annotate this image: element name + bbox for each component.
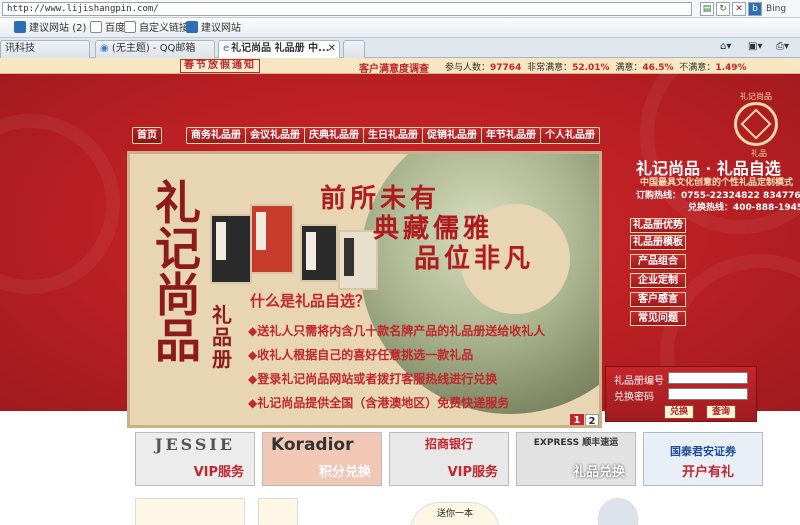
partner-sf-express[interactable]: EXPRESS 顺丰速运 礼品兑换 [516,432,636,486]
holiday-notice-link[interactable]: 春节放假通知 [180,59,260,73]
favorite-suggested-sites-2[interactable]: 建议网站 [186,21,241,35]
side-custom[interactable]: 企业定制 [630,273,686,288]
search-provider-icon[interactable]: b [748,2,762,16]
main-banner[interactable]: 礼记尚品 礼品册 前所未有 典藏儒雅 品位非凡 什么是礼品自选？ ◆送礼人只需将… [127,151,602,428]
page-icon [90,21,102,33]
partner-koradior[interactable]: Koradior 积分兑换 [262,432,382,486]
sf-express-logo: EXPRESS 顺丰速运 [533,438,619,448]
side-advantages[interactable]: 礼品册优势 [630,218,686,233]
qq-mail-icon: ◉ [100,43,109,54]
nav-meeting[interactable]: 会议礼品册 [245,127,305,144]
page-icon [124,21,136,33]
password-input[interactable] [668,388,748,400]
stop-icon[interactable]: ✕ [732,2,746,16]
partner-gtja[interactable]: 国泰君安证券 开户有礼 [643,432,763,486]
side-testimonials[interactable]: 客户感言 [630,292,686,307]
jessie-logo: JESSIE [154,435,236,454]
nav-promotion[interactable]: 促销礼品册 [422,127,482,144]
banner-question: 什么是礼品自选？ [250,292,371,310]
side-faq[interactable]: 常见问题 [630,311,686,326]
koradior-logo: Koradior [271,435,354,455]
nav-personal[interactable]: 个人礼品册 [540,127,600,144]
nav-celebration[interactable]: 庆典礼品册 [304,127,364,144]
refresh-icon[interactable]: ↻ [716,2,730,16]
nav-birthday[interactable]: 生日礼品册 [363,127,423,144]
cmb-logo: 招商银行 [424,437,473,451]
banner-page-1[interactable]: 1 [570,414,584,425]
brand-subtitle: 中国最具文化创意的个性礼品定制模式 [640,178,794,188]
banner-bullet: ◆礼记尚品提供全国（含港澳地区）免费快递服务 [248,396,510,410]
url-input[interactable]: http://www.lijishangpin.com/ [2,2,692,16]
footer-card [135,498,245,525]
rss-icon[interactable]: ▣▾ [748,41,762,55]
web-page: 春节放假通知 客户满意度调查 参与人数：97764 非常满意：52.01% 满意… [0,58,800,525]
card-number-input[interactable] [668,372,748,384]
print-icon[interactable]: ⎙▾ [776,41,789,55]
compat-view-icon[interactable]: ▤ [700,2,714,16]
partner-jessie[interactable]: JESSIE VIP服务 [135,432,255,486]
nav-business[interactable]: 商务礼品册 [186,127,246,144]
tab-2[interactable]: ◉ (无主题) - QQ邮箱 [95,40,215,58]
search-engine-label[interactable]: Bing [766,2,800,16]
tab-bar: 讯科技 ◉ (无主题) - QQ邮箱 e 礼记尚品 礼品册 中... ✕ ⌂▾ ▣▾… [0,38,800,58]
redeem-button[interactable]: 兑换 [664,405,694,419]
banner-calligraphy-small: 礼品册 [212,303,232,371]
suggested-sites-icon [14,21,26,33]
nav-home[interactable]: 首页 [132,127,162,144]
favorites-bar: 建议网站 (2) ▾ 百度 自定义链接 建议网站 [0,18,800,38]
partner-cmb[interactable]: 招商银行 VIP服务 [389,432,509,486]
banner-page-2[interactable]: 2 [585,414,599,425]
banner-headline-3: 品位非凡 [414,244,535,274]
password-label: 兑换密码 [614,392,654,403]
favorite-custom-links[interactable]: 自定义链接 [124,21,189,35]
footer-card [258,498,298,525]
card-number-label: 礼品册编号 [614,376,664,387]
query-button[interactable]: 查询 [706,405,736,419]
tab-3-active[interactable]: e 礼记尚品 礼品册 中... ✕ [218,40,340,58]
survey-title[interactable]: 客户满意度调查 [359,60,429,75]
home-icon[interactable]: ⌂▾ [720,41,731,55]
favorite-suggested-sites[interactable]: 建议网站 (2) ▾ [14,21,95,35]
brand-seal-logo [734,102,778,146]
suggested-sites-icon [186,21,198,33]
close-tab-icon[interactable]: ✕ [328,41,336,57]
banner-bullet: ◆收礼人根据自己的喜好任意挑选一款礼品 [248,348,474,362]
banner-calligraphy: 礼记尚品 [155,176,201,368]
tab-1[interactable]: 讯科技 [0,40,90,58]
address-bar: http://www.lijishangpin.com/ ▤ ↻ ✕ b Bin… [0,0,800,18]
nav-festival[interactable]: 年节礼品册 [481,127,541,144]
banner-bullet: ◆送礼人只需将内含几十款名牌产品的礼品册送给收礼人 [248,324,546,338]
brand-seal-top-text: 礼记尚品 [740,92,772,101]
redeem-form: 礼品册编号 兑换密码 兑换 查询 [605,366,757,422]
side-templates[interactable]: 礼品册模板 [630,235,686,250]
favorite-baidu[interactable]: 百度 [90,21,125,35]
decor-circle [0,114,120,294]
side-combos[interactable]: 产品组合 [630,254,686,269]
ie-page-icon: e [223,43,230,54]
new-tab-button[interactable] [343,40,365,58]
exchange-hotline: 兑换热线：400-888-1945 [688,203,800,213]
gtja-logo: 国泰君安证券 [670,445,736,458]
banner-bullet: ◆登录礼记尚品网站或者拨打客服热线进行兑换 [248,372,498,386]
